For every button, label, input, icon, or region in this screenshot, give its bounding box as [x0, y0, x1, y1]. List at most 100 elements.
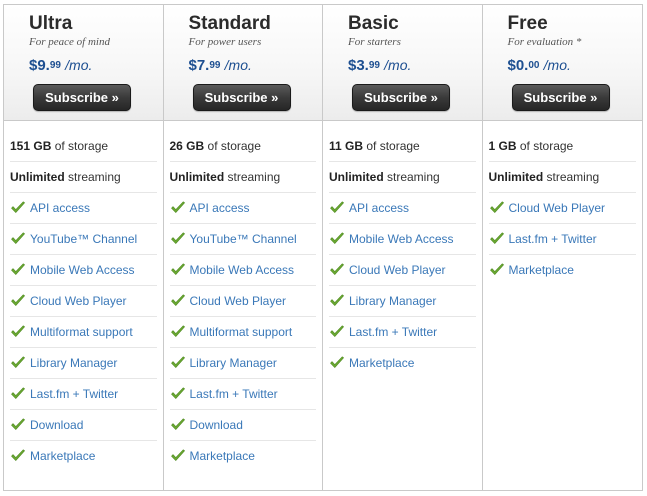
price-main: $7. [188, 57, 210, 74]
check-icon [170, 294, 185, 306]
plan-name: Standard [188, 13, 271, 34]
check-icon [170, 201, 185, 213]
streaming-amount: Unlimited [10, 170, 65, 184]
plan-tagline: For peace of mind [29, 36, 110, 48]
streaming-amount: Unlimited [488, 170, 544, 184]
plan-column-basic: Basic For starters $3.99 /mo. Subscribe … [323, 5, 483, 490]
feature-item: Download [10, 410, 157, 441]
feature-link[interactable]: Multiformat support [190, 325, 293, 339]
feature-link[interactable]: Marketplace [509, 263, 574, 277]
storage-suffix: of storage [51, 139, 109, 153]
feature-list: API access YouTube™ Channel Mobile Web Acc… [10, 193, 157, 472]
feature-item: API access [10, 193, 157, 224]
check-icon [489, 201, 504, 213]
check-icon [330, 263, 344, 275]
subscribe-button-basic[interactable]: Subscribe » [352, 84, 450, 111]
feature-link[interactable]: API access [30, 201, 90, 215]
price-period: /mo. [65, 57, 93, 73]
price-main: $0. [507, 57, 529, 74]
feature-link[interactable]: Multiformat support [30, 325, 133, 339]
streaming-row: Unlimited streaming [329, 162, 476, 193]
feature-link[interactable]: Marketplace [30, 449, 95, 463]
check-icon [11, 387, 25, 399]
feature-link[interactable]: Last.fm + Twitter [349, 325, 437, 339]
price-cents: 99 [49, 60, 61, 71]
plan-features: 1 GB of storage Unlimited streaming Clou… [483, 131, 643, 286]
plan-features: 26 GB of storage Unlimited streaming API… [164, 131, 323, 472]
feature-item: YouTube™ Channel [10, 224, 157, 255]
feature-link[interactable]: API access [349, 201, 409, 215]
price-period: /mo. [543, 57, 571, 73]
feature-item: Last.fm + Twitter [169, 379, 316, 410]
feature-link[interactable]: API access [190, 201, 250, 215]
feature-link[interactable]: Cloud Web Player [509, 201, 606, 215]
feature-item: Cloud Web Player [488, 193, 636, 224]
streaming-suffix: streaming [64, 170, 121, 184]
storage-row: 26 GB of storage [169, 131, 316, 162]
subscribe-button-free[interactable]: Subscribe » [511, 84, 610, 111]
check-icon [330, 356, 344, 368]
feature-item: Marketplace [489, 255, 637, 286]
storage-amount: 151 GB [10, 139, 52, 153]
feature-item: Last.fm + Twitter [488, 224, 636, 255]
feature-link[interactable]: Library Manager [190, 356, 277, 370]
feature-link[interactable]: Mobile Web Access [30, 263, 135, 277]
storage-amount: 11 GB [329, 139, 364, 153]
feature-link[interactable]: Mobile Web Access [190, 263, 295, 277]
feature-link[interactable]: Cloud Web Player [30, 294, 127, 308]
check-icon [11, 356, 25, 368]
streaming-suffix: streaming [224, 170, 281, 184]
feature-item: Mobile Web Access [329, 224, 476, 255]
feature-item: Multiformat support [169, 317, 316, 348]
feature-item: Library Manager [329, 286, 476, 317]
plan-features: 11 GB of storage Unlimited streaming API… [323, 131, 482, 379]
feature-link[interactable]: Last.fm + Twitter [190, 387, 278, 401]
feature-item: API access [169, 193, 316, 224]
storage-amount: 26 GB [169, 139, 205, 153]
price-main: $9. [29, 57, 50, 74]
subscribe-button-standard[interactable]: Subscribe » [192, 84, 291, 111]
feature-link[interactable]: Last.fm + Twitter [509, 232, 597, 246]
check-icon [330, 294, 344, 306]
feature-item: Cloud Web Player [10, 286, 157, 317]
storage-row: 11 GB of storage [329, 131, 476, 162]
check-icon [330, 201, 344, 213]
feature-link[interactable]: YouTube™ Channel [30, 232, 137, 246]
check-icon [11, 232, 25, 244]
subscribe-button-ultra[interactable]: Subscribe » [33, 84, 131, 111]
check-icon [170, 325, 185, 337]
plan-price: $0.00 /mo. [508, 56, 643, 75]
feature-item: API access [329, 193, 476, 224]
plan-column-ultra: Ultra For peace of mind $9.99 /mo. Subsc… [4, 5, 164, 490]
feature-item: Download [169, 410, 316, 441]
plan-name: Free [507, 13, 548, 34]
feature-list: API access Mobile Web Access Cloud Web Pla… [329, 193, 476, 379]
plan-tagline: For power users [188, 36, 262, 48]
plan-column-free: Free For evaluation * $0.00 /mo. Subscri… [482, 5, 643, 490]
feature-item: Last.fm + Twitter [329, 317, 476, 348]
price-cents: 99 [368, 60, 380, 71]
feature-link[interactable]: Marketplace [349, 356, 414, 370]
storage-suffix: of storage [204, 139, 261, 153]
storage-suffix: of storage [363, 139, 420, 153]
feature-link[interactable]: YouTube™ Channel [190, 232, 297, 246]
feature-link[interactable]: Last.fm + Twitter [30, 387, 118, 401]
feature-link[interactable]: Marketplace [190, 449, 255, 463]
price-period: /mo. [384, 57, 412, 73]
feature-link[interactable]: Cloud Web Player [349, 263, 446, 277]
feature-link[interactable]: Library Manager [349, 294, 436, 308]
feature-link[interactable]: Download [190, 418, 243, 432]
feature-link[interactable]: Download [30, 418, 83, 432]
plan-header: Standard For power users $7.99 /mo. Subs… [163, 5, 323, 121]
feature-link[interactable]: Cloud Web Player [190, 294, 287, 308]
price-main: $3. [348, 57, 369, 74]
plan-price: $7.99 /mo. [189, 56, 323, 75]
feature-link[interactable]: Library Manager [30, 356, 117, 370]
feature-item: Mobile Web Access [10, 255, 157, 286]
feature-link[interactable]: Mobile Web Access [349, 232, 454, 246]
streaming-row: Unlimited streaming [488, 162, 636, 193]
price-period: /mo. [224, 57, 252, 73]
check-icon [330, 232, 344, 244]
pricing-table: Ultra For peace of mind $9.99 /mo. Subsc… [3, 4, 643, 491]
feature-item: Marketplace [10, 441, 157, 472]
